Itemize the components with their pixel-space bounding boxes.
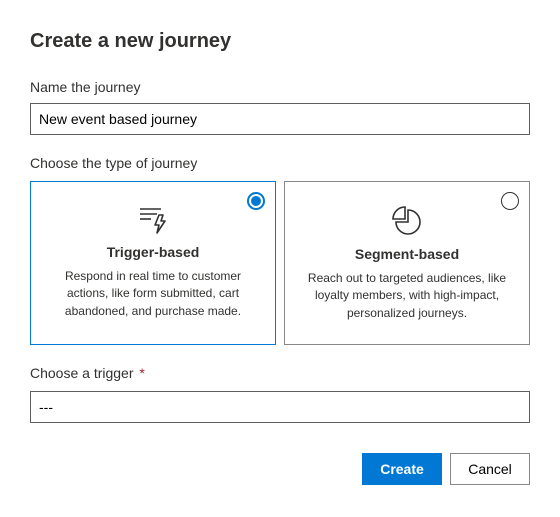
journey-type-trigger-card[interactable]: Trigger-based Respond in real time to cu… <box>30 181 276 345</box>
name-label: Name the journey <box>30 79 530 95</box>
trigger-icon <box>49 206 257 234</box>
segment-card-title: Segment-based <box>303 246 511 262</box>
required-asterisk: * <box>139 365 144 381</box>
trigger-select-input[interactable] <box>30 391 530 423</box>
trigger-label-text: Choose a trigger <box>30 365 134 381</box>
journey-type-label: Choose the type of journey <box>30 155 530 171</box>
trigger-card-desc: Respond in real time to customer actions… <box>49 268 257 320</box>
page-title: Create a new journey <box>30 30 530 53</box>
radio-unchecked-icon <box>501 192 519 210</box>
journey-type-segment-card[interactable]: Segment-based Reach out to targeted audi… <box>284 181 530 345</box>
segment-icon <box>303 206 511 236</box>
journey-name-input[interactable] <box>30 103 530 135</box>
segment-card-desc: Reach out to targeted audiences, like lo… <box>303 270 511 322</box>
trigger-label: Choose a trigger * <box>30 365 530 381</box>
trigger-card-title: Trigger-based <box>49 244 257 260</box>
create-button[interactable]: Create <box>362 453 442 485</box>
radio-checked-icon <box>247 192 265 210</box>
cancel-button[interactable]: Cancel <box>450 453 530 485</box>
